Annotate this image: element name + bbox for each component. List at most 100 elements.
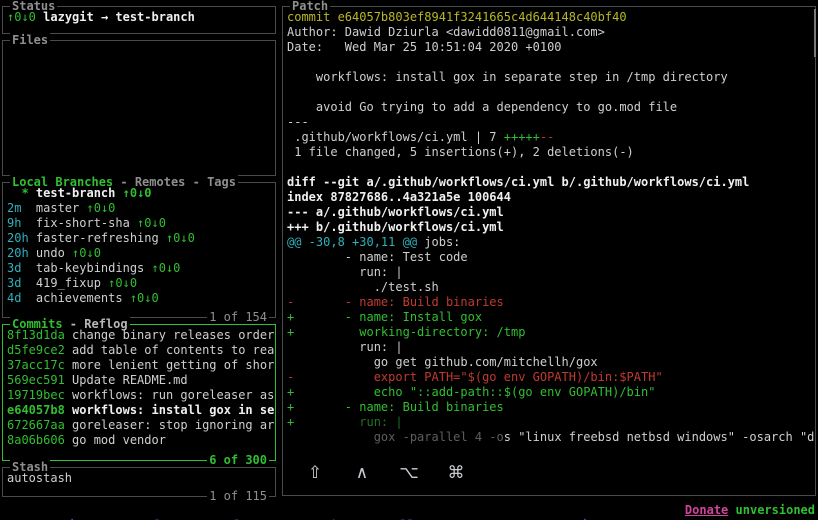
commit-row[interactable]: 37acc17c more lenient getting of shor (7, 358, 274, 373)
keycast-overlay: ⇧ ∧ ⌥ ⌘ (305, 463, 466, 483)
patch-line: 1 file changed, 5 insertions(+), 2 delet… (287, 145, 634, 159)
current-branch-star: * (7, 186, 36, 200)
patch-line: +++ b/.github/workflows/ci.yml (287, 220, 504, 234)
branch-row[interactable]: 2m master ↑0↓0 (7, 201, 271, 216)
patch-line: commit e64057b803ef8941f3241665c4d644148… (287, 10, 627, 24)
branch-recency: 9h (7, 216, 36, 230)
patch-line: run: | (287, 265, 403, 279)
commit-row[interactable]: e64057b8 workflows: install gox in se (7, 403, 274, 418)
branch-name: achievements (35, 291, 123, 305)
patch-line: + working-directory: /tmp (287, 325, 526, 339)
branch-row[interactable]: 4d achievements ↑0↓0 (7, 291, 271, 306)
branch-row[interactable]: 3d tab-keybindings ↑0↓0 (7, 261, 271, 276)
patch-line: - name: Test code (287, 250, 468, 264)
lazygit-terminal: Status ↑0↓0 lazygit → test-branch Files … (0, 0, 818, 520)
patch-line: gox -parallel 4 -os "linux freebsd netbs… (373, 430, 815, 444)
patch-line: Date: Wed Mar 25 10:51:04 2020 +0100 (287, 40, 562, 54)
branch-arrows: ↑0↓0 (100, 276, 138, 290)
commit-message: change binary releases order (64, 328, 275, 342)
patch-scrollbar-thumb[interactable] (814, 9, 816, 57)
statusbar-right: Donate unversioned (685, 503, 815, 518)
patch-line: - - name: Build binaries (287, 295, 504, 309)
patch-line: --- a/.github/workflows/ci.yml (287, 205, 504, 219)
status-line: ↑0↓0 lazygit → test-branch (3, 7, 275, 33)
branches-list: * test-branch ↑0↓0 2m master ↑0↓0 9h fix-s… (3, 183, 275, 317)
commit-hash: 19719bec (7, 388, 65, 402)
donate-link[interactable]: Donate (685, 503, 728, 517)
patch-line: .github/workflows/ci.yml | 7 +++++-- (287, 130, 555, 144)
patch-line: go get github.com/mitchellh/gox (287, 355, 598, 369)
patch-line: diff --git a/.github/workflows/ci.yml b/… (287, 175, 750, 189)
commit-hash: 8f13d1da (7, 328, 65, 342)
commit-row[interactable]: 8a06b606 go mod vendor (7, 433, 271, 448)
branch-arrows: ↑0↓0 (129, 216, 166, 230)
patch-line: run: | (287, 340, 403, 354)
files-panel[interactable]: Files (2, 33, 276, 176)
branch-row[interactable]: * test-branch ↑0↓0 (7, 186, 271, 201)
command-key-icon: ⌘ (447, 463, 465, 483)
branch-name: master (35, 201, 80, 215)
commit-hash: e64057b8 (7, 403, 65, 417)
commit-message: add table of contents to rea (64, 343, 275, 357)
branch-arrows: ↑0↓0 (115, 186, 152, 200)
patch-line (287, 55, 811, 70)
status-panel[interactable]: Status ↑0↓0 lazygit → test-branch (2, 0, 276, 34)
branch-row[interactable]: 3d 419_fixup ↑0↓0 (7, 276, 271, 291)
commit-message: workflows: run goreleaser as (64, 388, 275, 402)
patch-line: - export PATH="$(go env GOPATH)/bin:$PAT… (287, 370, 663, 384)
commit-message: go mod vendor (64, 433, 166, 447)
commit-row[interactable]: 8f13d1da change binary releases order (7, 328, 274, 343)
branch-name: faster-refreshing (35, 231, 159, 245)
branch-row[interactable]: 20h undo ↑0↓0 (7, 246, 271, 261)
branch-name: undo (35, 246, 65, 260)
branch-name: 419_fixup (35, 276, 101, 290)
patch-panel[interactable]: Patch commit e64057b803ef8941f3241665c4d… (282, 0, 816, 496)
branch-arrows: ↑0↓0 (79, 201, 116, 215)
patch-line: + - name: Install gox (287, 310, 483, 324)
option-key-icon: ⌥ (399, 463, 419, 483)
patch-line: Author: Dawid Dziurla <dawidd0811@gmail.… (287, 25, 605, 39)
branch-arrows: ↑0↓0 (64, 246, 101, 260)
patch-line: avoid Go trying to add a dependency to g… (287, 100, 678, 114)
branch-recency: 20h (7, 231, 36, 245)
repo-branch-label: lazygit → test-branch (43, 10, 195, 24)
patch-line: + - name: Build binaries (287, 400, 504, 414)
commit-row[interactable]: 672667aa goreleaser: stop ignoring ar (7, 418, 274, 433)
patch-line: @@ -30,8 +30,11 @@ jobs: (287, 235, 461, 249)
branch-row[interactable]: 9h fix-short-sha ↑0↓0 (7, 216, 271, 231)
patch-line: + echo "::add-path::$(go env GOPATH)/bin… (287, 385, 656, 399)
stash-panel[interactable]: Stash autostash 1 of 115 (2, 460, 276, 504)
commit-message: more lenient getting of shor (64, 358, 275, 372)
patch-line: index 87827686..4a321a5e 100644 (287, 190, 511, 204)
commit-hash: d5fe9ce2 (7, 343, 65, 357)
branch-recency: 2m (7, 201, 36, 215)
commit-hash: 8a06b606 (7, 433, 65, 447)
stash-item[interactable]: autostash (7, 471, 271, 486)
patch-line (287, 85, 811, 100)
branches-count: 1 of 154 (207, 310, 269, 325)
commits-list: 8f13d1da change binary releases order d5f… (3, 325, 275, 460)
branch-recency: 4d (7, 291, 36, 305)
patch-line: workflows: install gox in separate step … (287, 70, 728, 84)
commit-hash: 672667aa (7, 418, 65, 432)
branch-row[interactable]: 20h faster-refreshing ↑0↓0 (7, 231, 271, 246)
commit-row[interactable]: 569ec591 Update README.md (7, 373, 271, 388)
push-pull-arrows: ↑0↓0 (7, 10, 36, 24)
commit-row[interactable]: 19719bec workflows: run goreleaser as (7, 388, 274, 403)
commits-panel[interactable]: Commits - Reflog 8f13d1da change binary … (2, 317, 276, 468)
branch-name: test-branch (35, 186, 116, 200)
branches-panel[interactable]: Local Branches - Remotes - Tags * test-b… (2, 175, 276, 325)
keybinding-hint-bar: 1-5: jump to panel, esc/q: close, pgup/p… (3, 503, 815, 520)
patch-line: --- (287, 115, 309, 129)
branch-recency: 3d (7, 276, 36, 290)
branch-recency: 20h (7, 246, 36, 260)
patch-line: ./test.sh (287, 280, 439, 294)
files-list (3, 41, 275, 175)
control-key-icon: ∧ (355, 463, 369, 483)
commit-message: workflows: install gox in se (64, 403, 275, 417)
branch-arrows: ↑0↓0 (158, 231, 195, 245)
version-label: unversioned (735, 503, 815, 517)
commit-row[interactable]: d5fe9ce2 add table of contents to rea (7, 343, 274, 358)
patch-diff-view[interactable]: commit e64057b803ef8941f3241665c4d644148… (283, 7, 815, 495)
branch-name: fix-short-sha (35, 216, 130, 230)
